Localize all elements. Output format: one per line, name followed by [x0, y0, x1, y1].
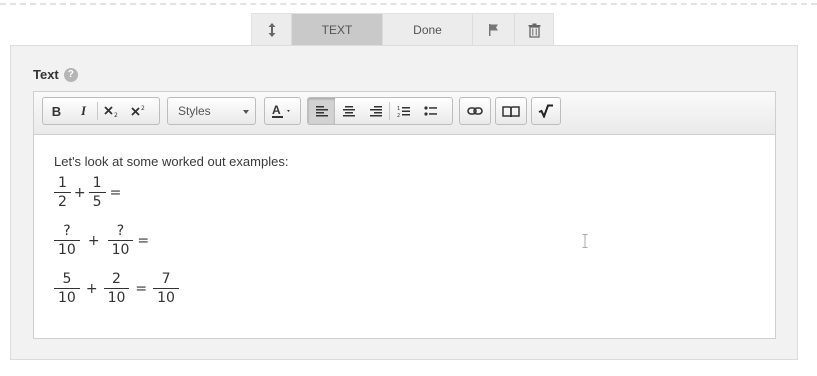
text-block-panel: Text ? B I 2 2 Styles A 1 2 Let's look a… [10, 45, 798, 360]
operator: + [87, 232, 100, 249]
superscript-button[interactable]: 2 [125, 98, 152, 124]
denominator: 10 [111, 242, 130, 258]
numerator: 2 [112, 271, 121, 287]
svg-text:1: 1 [397, 106, 400, 112]
numerator: 1 [92, 175, 102, 191]
block-action-bar: TEXT Done [251, 13, 554, 46]
denominator: 10 [107, 290, 126, 306]
numerator: ? [63, 223, 71, 239]
numerator: 7 [161, 271, 171, 287]
top-divider [0, 3, 817, 5]
fraction: 1 5 [88, 174, 106, 211]
flag-icon [488, 24, 498, 36]
styles-dropdown[interactable]: Styles [167, 97, 256, 125]
book-icon [502, 105, 520, 117]
tab-text[interactable]: TEXT [292, 14, 383, 46]
link-icon [467, 107, 483, 115]
format-group: B I 2 2 [42, 97, 160, 125]
fraction: 2 10 [103, 270, 130, 307]
fraction: 7 10 [153, 270, 179, 307]
intro-text: Let's look at some worked out examples: [54, 154, 289, 169]
fraction: ? 10 [107, 222, 134, 259]
font-color-button[interactable]: A [265, 98, 300, 124]
operator: + [85, 280, 98, 297]
field-label-text: Text [33, 67, 59, 82]
denominator: 10 [58, 290, 76, 306]
denominator: 10 [157, 290, 175, 306]
book-group [495, 97, 527, 125]
svg-text:2: 2 [397, 113, 400, 118]
fraction: 5 10 [54, 270, 80, 307]
numerator: 1 [58, 175, 67, 191]
editor-content[interactable]: Let's look at some worked out examples: … [54, 154, 765, 328]
svg-text:A: A [272, 103, 281, 117]
math-button[interactable] [532, 98, 560, 124]
align-left-icon [315, 106, 328, 117]
link-group [459, 97, 491, 125]
italic-button[interactable]: I [70, 98, 97, 124]
bold-button[interactable]: B [43, 98, 70, 124]
help-icon[interactable]: ? [63, 67, 78, 82]
unordered-list-button[interactable] [417, 98, 444, 124]
rich-text-editor: B I 2 2 Styles A 1 2 Let's look at some … [33, 91, 776, 339]
svg-text:2: 2 [141, 105, 145, 112]
align-left-button[interactable] [308, 98, 335, 124]
equation-3: 5 10 + 2 10 = 7 10 [54, 270, 179, 307]
font-color-group: A [264, 97, 301, 125]
text-cursor-icon [582, 234, 588, 248]
ordered-list-button[interactable]: 1 2 [390, 98, 417, 124]
styles-dropdown-value: Styles [178, 104, 211, 118]
numerator: 5 [62, 271, 72, 287]
editor-toolbar: B I 2 2 Styles A 1 2 [34, 92, 775, 135]
ordered-list-icon: 1 2 [397, 106, 410, 118]
denominator: 2 [58, 194, 67, 210]
done-button[interactable]: Done [383, 14, 473, 46]
superscript-icon: 2 [130, 105, 145, 116]
field-label: Text ? [33, 67, 78, 82]
link-button[interactable] [460, 98, 490, 124]
flag-button[interactable] [473, 14, 515, 46]
math-group [531, 97, 561, 125]
align-center-icon [342, 106, 355, 117]
equals-sign: = [109, 184, 122, 201]
subscript-icon: 2 [103, 106, 118, 118]
equation-2: ? 10 + ? 10 = [54, 222, 153, 259]
font-color-icon: A [271, 103, 290, 118]
svg-text:2: 2 [114, 112, 118, 118]
numerator: ? [116, 223, 125, 239]
denominator: 5 [92, 194, 102, 210]
unordered-list-icon [423, 106, 437, 116]
paragraph-group: 1 2 [307, 97, 453, 125]
delete-button[interactable] [515, 14, 553, 46]
square-root-icon [538, 104, 553, 118]
trash-icon [528, 23, 540, 38]
align-center-button[interactable] [335, 98, 362, 124]
glossary-button[interactable] [496, 98, 526, 124]
align-right-button[interactable] [362, 98, 389, 124]
equals-sign: = [137, 232, 150, 249]
chevron-down-icon [243, 110, 249, 114]
align-right-icon [369, 106, 382, 117]
move-handle[interactable] [252, 14, 292, 46]
fraction: 1 2 [54, 174, 71, 211]
fraction: ? 10 [54, 222, 80, 259]
vertical-arrows-icon [268, 23, 275, 37]
operator: + [73, 184, 86, 201]
denominator: 10 [58, 242, 76, 258]
subscript-button[interactable]: 2 [98, 98, 125, 124]
equals-sign: = [135, 280, 148, 297]
equation-1: 1 2 + 1 5 = [54, 174, 125, 211]
